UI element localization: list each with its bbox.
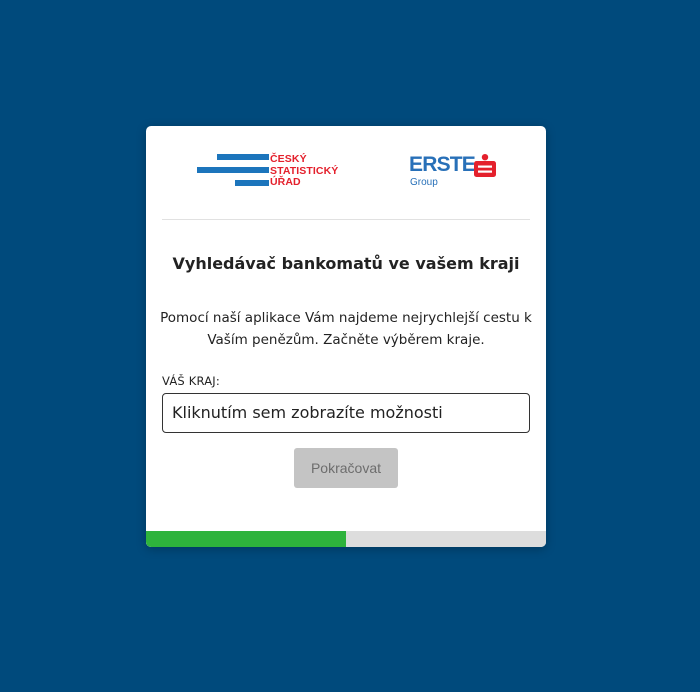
czso-logo-text: ČESKÝ STATISTICKÝ ÚŘAD [270, 153, 339, 188]
partner-logos: ČESKÝ STATISTICKÝ ÚŘAD ERSTE Group [146, 126, 546, 220]
page-title: Vyhledávač bankomatů ve vašem kraji [172, 254, 520, 273]
intro-text: Pomocí naší aplikace Vám najdeme nejrych… [160, 310, 532, 348]
progress-bar [146, 531, 546, 547]
erste-logo: ERSTE Group [409, 152, 509, 192]
region-field-label: VÁŠ KRAJ: [162, 374, 220, 388]
region-select-card: ČESKÝ STATISTICKÝ ÚŘAD ERSTE Group Vyhle… [146, 126, 546, 547]
erste-logo-group: Group [410, 177, 438, 188]
region-select[interactable]: Kliknutím sem zobrazíte možnosti [162, 393, 530, 433]
progress-bar-fill [146, 531, 346, 547]
divider [162, 219, 530, 220]
erste-logo-name: ERSTE [409, 153, 476, 176]
continue-button[interactable]: Pokračovat [294, 448, 398, 488]
czso-logo: ČESKÝ STATISTICKÝ ÚŘAD [197, 153, 347, 190]
erste-s-emblem-icon [474, 154, 496, 177]
